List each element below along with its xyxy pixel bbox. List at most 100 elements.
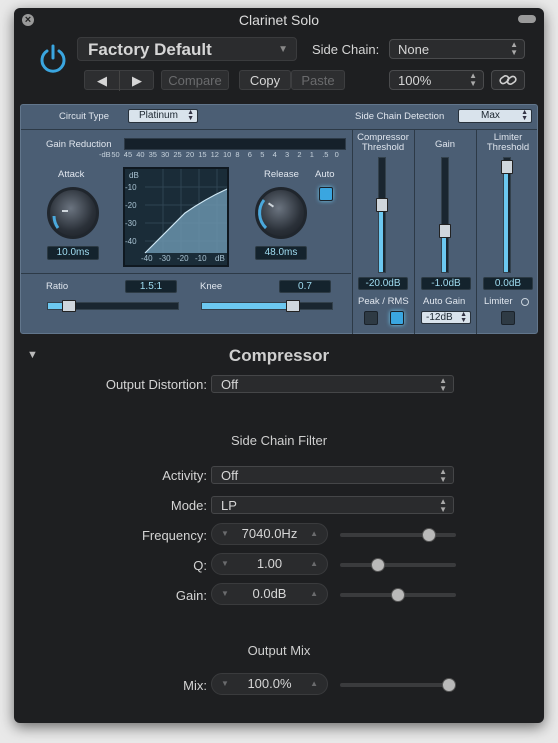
frequency-slider[interactable]: [340, 528, 456, 542]
q-value: 1.00: [256, 556, 283, 571]
divider: [414, 129, 415, 334]
mode-label: Mode:: [170, 498, 207, 513]
gr-scale-tick: 30: [161, 150, 170, 159]
mix-slider-thumb[interactable]: [442, 678, 456, 692]
limiter-threshold-handle[interactable]: [501, 160, 513, 174]
output-distortion-select[interactable]: Off ▲ ▼: [211, 375, 454, 393]
threshold-value[interactable]: -20.0dB: [358, 277, 408, 290]
side-chain-select[interactable]: None ▲ ▼: [389, 39, 525, 59]
updown-icon: ▲ ▼: [187, 109, 194, 122]
mix-slider[interactable]: [340, 678, 456, 692]
q-slider[interactable]: [340, 558, 456, 572]
knee-label: Knee: [200, 281, 223, 292]
limiter-toggle[interactable]: [501, 311, 515, 325]
gr-scale-tick: 6: [247, 150, 252, 159]
divider: [352, 129, 353, 334]
compare-button[interactable]: Compare: [161, 70, 229, 90]
increment-icon[interactable]: ▲: [310, 554, 318, 574]
gr-scale-tick: 12: [210, 150, 219, 159]
threshold-fill: [379, 204, 383, 272]
gain-label: Gain: [434, 139, 456, 150]
zoom-value: 100%: [398, 73, 432, 88]
activity-label: Activity:: [162, 468, 207, 483]
toolbar-toggle-button[interactable]: [518, 15, 536, 23]
threshold-handle[interactable]: [376, 198, 388, 212]
q-field[interactable]: ▼ 1.00 ▲: [211, 553, 328, 575]
increment-icon[interactable]: ▲: [310, 584, 318, 604]
release-value[interactable]: 48.0ms: [255, 246, 307, 260]
ratio-value[interactable]: 1.5:1: [125, 280, 177, 293]
rms-toggle[interactable]: [390, 311, 404, 325]
next-preset-button[interactable]: ▶: [120, 71, 154, 91]
attack-arc: [52, 215, 60, 229]
ratio-slider[interactable]: [47, 300, 179, 312]
increment-icon[interactable]: ▲: [310, 524, 318, 544]
preset-menu[interactable]: Factory Default ▼: [77, 37, 297, 61]
transfer-curve: [144, 169, 227, 254]
copy-button[interactable]: Copy: [239, 70, 291, 90]
updown-icon: ▲ ▼: [521, 109, 528, 122]
frequency-value: 7040.0Hz: [241, 526, 298, 541]
graph-x-tick: -20: [177, 254, 189, 263]
gain-value[interactable]: -1.0dB: [421, 277, 471, 290]
output-distortion-value: Off: [221, 377, 239, 392]
prev-next-preset: ◀ ▶: [84, 70, 154, 91]
knee-handle[interactable]: [286, 300, 300, 312]
attack-value[interactable]: 10.0ms: [47, 246, 99, 260]
gr-scale-tick: 20: [185, 150, 195, 159]
circuit-type-select[interactable]: Platinum ▲ ▼: [128, 109, 198, 123]
updown-icon: ▲ ▼: [460, 311, 467, 324]
gain-label: Gain:: [175, 588, 207, 603]
mode-select[interactable]: LP ▲ ▼: [211, 496, 454, 514]
power-icon[interactable]: [36, 42, 70, 76]
previous-preset-button[interactable]: ◀: [85, 71, 120, 91]
gr-scale-tick: 45: [123, 150, 133, 159]
peak-toggle[interactable]: [364, 311, 378, 325]
gr-scale-tick: 15: [198, 150, 207, 159]
q-label: Q:: [193, 558, 207, 573]
release-knob[interactable]: [255, 187, 307, 239]
knee-value[interactable]: 0.7: [279, 280, 331, 293]
activity-select[interactable]: Off ▲ ▼: [211, 466, 454, 484]
frequency-field[interactable]: ▼ 7040.0Hz ▲: [211, 523, 328, 545]
mix-field[interactable]: ▼ 100.0% ▲: [211, 673, 328, 695]
gain-slider[interactable]: [340, 588, 456, 602]
decrement-icon[interactable]: ▼: [221, 554, 229, 574]
paste-button[interactable]: Paste: [291, 70, 345, 90]
decrement-icon[interactable]: ▼: [221, 524, 229, 544]
gain-reduction-meter: [124, 138, 346, 150]
gr-scale-tick: 8: [235, 150, 240, 159]
zoom-select[interactable]: 100% ▲ ▼: [389, 70, 484, 90]
updown-icon: ▲ ▼: [439, 467, 447, 484]
increment-icon[interactable]: ▲: [310, 674, 318, 694]
frequency-slider-thumb[interactable]: [421, 528, 436, 542]
link-icon[interactable]: [491, 70, 525, 90]
release-arc: [258, 199, 268, 230]
gain-handle[interactable]: [439, 224, 451, 238]
gain-slider[interactable]: [439, 157, 451, 273]
sc-detection-select[interactable]: Max ▲ ▼: [458, 109, 532, 123]
attack-knob[interactable]: [47, 187, 99, 239]
auto-release-toggle[interactable]: [319, 187, 333, 201]
graph-y-tick: -30: [125, 219, 137, 228]
decrement-icon[interactable]: ▼: [221, 584, 229, 604]
activity-value: Off: [221, 468, 239, 483]
divider: [476, 129, 477, 334]
gain-field[interactable]: ▼ 0.0dB ▲: [211, 583, 328, 605]
gr-scale-tick: 50: [111, 150, 120, 159]
auto-gain-select[interactable]: -12dB ▲ ▼: [421, 311, 471, 324]
limiter-threshold-slider[interactable]: [501, 157, 513, 273]
knee-slider[interactable]: [201, 300, 333, 312]
gr-scale-tick: 0: [334, 150, 339, 159]
ratio-handle[interactable]: [62, 300, 76, 312]
limiter-threshold-value[interactable]: 0.0dB: [483, 277, 533, 290]
peak-rms-label: Peak / RMS: [358, 296, 409, 307]
decrement-icon[interactable]: ▼: [221, 674, 229, 694]
graph-y-tick: -10: [125, 183, 137, 192]
updown-icon: ▲ ▼: [439, 376, 447, 393]
gain-slider-thumb[interactable]: [391, 588, 405, 602]
graph-x-tick: -40: [141, 254, 153, 263]
threshold-slider[interactable]: [376, 157, 388, 273]
q-slider-thumb[interactable]: [370, 558, 385, 572]
window-title: Clarinet Solo: [238, 12, 320, 28]
